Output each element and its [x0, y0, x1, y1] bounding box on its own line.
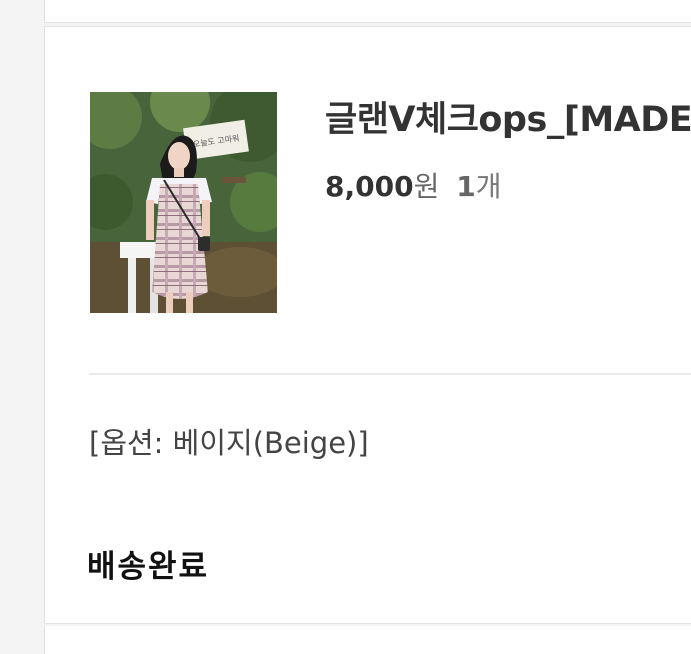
quantity-value: 1: [456, 170, 476, 203]
quantity-unit: 개: [475, 170, 502, 203]
price-quantity: 8,000원 1개: [325, 165, 502, 205]
product-thumbnail[interactable]: 오늘도 고마워: [90, 92, 277, 313]
next-card-top: [44, 626, 691, 654]
product-name[interactable]: 글랜V체크ops_[MADE: [325, 91, 691, 142]
divider: [89, 373, 691, 375]
option-text: [옵션: 베이지(Beige)]: [89, 426, 369, 460]
product-photo-icon: 오늘도 고마워: [90, 92, 277, 313]
price-amount: 8,000: [325, 170, 414, 203]
order-page: 오늘도 고마워 글랜V체크ops_[MADE 8,000원 1개 [옵션: 베이…: [0, 0, 691, 654]
price-unit: 원: [413, 170, 440, 203]
delivery-status: 배송완료: [87, 549, 210, 585]
previous-card-bottom: [44, 0, 691, 23]
order-item-card[interactable]: 오늘도 고마워 글랜V체크ops_[MADE 8,000원 1개 [옵션: 베이…: [44, 26, 691, 624]
